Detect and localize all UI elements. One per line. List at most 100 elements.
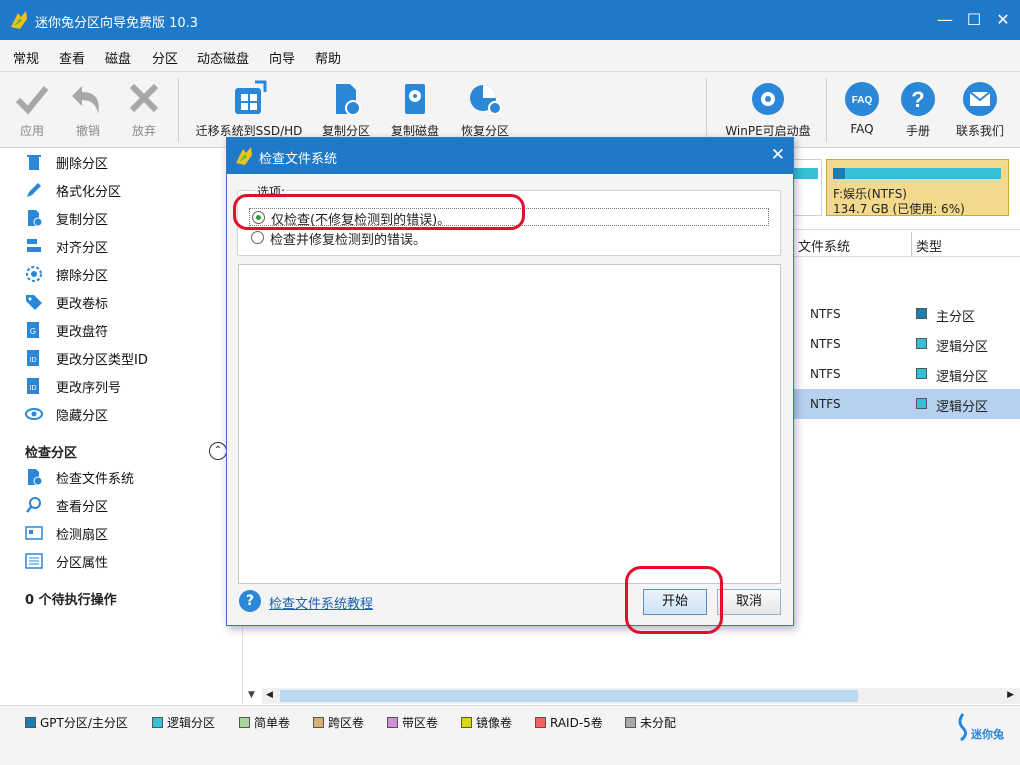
legend-label: RAID-5卷 [550, 716, 603, 730]
cell-filesystem: NTFS [810, 397, 841, 411]
svg-text:FAQ: FAQ [852, 95, 873, 106]
discard-x-icon [129, 83, 159, 113]
svg-text:ID: ID [30, 357, 37, 364]
scrollbar-thumb[interactable] [280, 690, 858, 702]
winpe-label: WinPE可启动盘 [725, 124, 811, 138]
copy-disk-button[interactable]: 复制磁盘 [385, 80, 445, 139]
legend-label: 简单卷 [254, 716, 291, 730]
brand-name: 迷你兔 [971, 728, 1004, 741]
undo-button[interactable]: 撤销 [66, 80, 110, 139]
sidebar-item-label: 检测扇区 [56, 528, 109, 543]
toolbar-separator [178, 78, 179, 142]
close-button[interactable]: ✕ [992, 10, 1014, 30]
copy-partition-button[interactable]: 复制分区 [316, 80, 376, 139]
maximize-button[interactable]: ☐ [963, 10, 985, 30]
sidebar-item-label: 更改序列号 [56, 381, 122, 396]
menu-general[interactable]: 常规 [13, 48, 39, 67]
type-id-icon: ID [27, 350, 39, 366]
contact-button[interactable]: 联系我们 [952, 80, 1008, 139]
legend-item: 镜像卷 [461, 714, 512, 731]
table-row[interactable]: NTFS 逻辑分区 [790, 329, 1020, 359]
legend-swatch [239, 717, 250, 728]
menu-help[interactable]: 帮助 [315, 48, 341, 67]
cell-type: 逻辑分区 [936, 400, 989, 415]
tag-icon [26, 295, 42, 310]
column-divider[interactable] [911, 232, 912, 256]
legend-item: 简单卷 [239, 714, 290, 731]
legend-swatch [25, 717, 36, 728]
legend-swatch [387, 717, 398, 728]
scroll-right-arrow-icon[interactable]: ▶ [1007, 690, 1014, 700]
copy-partition-label: 复制分区 [321, 124, 370, 138]
undo-label: 撤销 [75, 124, 100, 138]
sidebar-item-label: 分区属性 [56, 556, 109, 571]
menu-view[interactable]: 查看 [59, 48, 85, 67]
faq-icon: FAQ [845, 82, 879, 116]
checkmark-icon [15, 86, 49, 115]
partition-usage-bar [833, 168, 1001, 179]
properties-list-icon [25, 553, 43, 569]
undo-icon [72, 86, 99, 114]
dialog-title: 检查文件系统 [259, 152, 338, 167]
highlight-annotation [233, 194, 525, 230]
title-bar: 迷你兔分区向导免费版 10.3 — ☐ ✕ [0, 0, 1020, 40]
menu-disk[interactable]: 磁盘 [105, 48, 131, 67]
column-header-type[interactable]: 类型 [916, 236, 942, 255]
align-icon [27, 239, 41, 252]
recover-partition-button[interactable]: 恢复分区 [455, 80, 515, 139]
legend-swatch [152, 717, 163, 728]
radio-check-and-fix-label: 检查并修复检测到的错误。 [270, 233, 427, 248]
menu-wizard[interactable]: 向导 [269, 48, 295, 67]
partition-size-info: 134.7 GB (已使用: 6%) [833, 202, 965, 216]
manual-label: 手册 [905, 124, 930, 138]
partition-legend: GPT分区/主分区 逻辑分区 简单卷 跨区卷 带区卷 镜像卷 RAID-5卷 未… [0, 705, 1020, 765]
legend-item: 跨区卷 [313, 714, 364, 731]
brand-logo: 迷你兔 [953, 712, 1013, 748]
help-question-icon[interactable]: ? [239, 590, 261, 612]
radio-check-and-fix[interactable]: 检查并修复检测到的错误。 [249, 229, 769, 248]
table-row-selected[interactable]: NTFS 逻辑分区 [790, 389, 1020, 419]
cell-filesystem: NTFS [810, 307, 841, 321]
help-question-icon: ? [901, 82, 935, 116]
faq-label: FAQ [850, 122, 874, 136]
legend-swatch [625, 717, 636, 728]
legend-item: 逻辑分区 [152, 714, 215, 731]
legend-item: RAID-5卷 [535, 714, 603, 731]
dialog-title-bar: 检查文件系统 ✕ [227, 138, 793, 174]
migrate-os-icon [235, 80, 267, 114]
sidebar-item-label: 对齐分区 [56, 241, 109, 256]
pencil-icon [27, 183, 41, 197]
winpe-button[interactable]: WinPE可启动盘 [720, 80, 816, 139]
menu-partition[interactable]: 分区 [152, 48, 178, 67]
faq-button[interactable]: FAQ FAQ [840, 80, 884, 136]
help-tutorial-link[interactable]: 检查文件系统教程 [269, 593, 373, 612]
collapse-section-button[interactable]: ⌃ [209, 442, 227, 460]
scroll-down-arrow-icon[interactable]: ▼ [248, 690, 255, 700]
scroll-left-arrow-icon[interactable]: ◀ [266, 690, 273, 700]
sidebar-item-label: 复制分区 [56, 213, 109, 228]
table-row[interactable]: NTFS 逻辑分区 [790, 359, 1020, 389]
migrate-os-button[interactable]: 迁移系统到SSD/HD [194, 80, 304, 139]
minimize-button[interactable]: — [934, 10, 956, 30]
table-row[interactable]: NTFS 主分区 [790, 299, 1020, 329]
legend-swatch [313, 717, 324, 728]
sidebar-item-label: 格式化分区 [56, 185, 122, 200]
cell-type: 逻辑分区 [936, 370, 989, 385]
svg-text:ID: ID [30, 385, 37, 392]
dialog-close-button[interactable]: ✕ [771, 145, 785, 165]
menu-dynamic-disk[interactable]: 动态磁盘 [197, 48, 249, 67]
discard-button[interactable]: 放弃 [122, 80, 166, 139]
cancel-button[interactable]: 取消 [717, 589, 781, 615]
manual-button[interactable]: ? 手册 [896, 80, 940, 139]
copy-partition-icon [28, 210, 43, 227]
horizontal-scrollbar[interactable]: ◀ ▶ [262, 688, 1020, 704]
column-header-filesystem[interactable]: 文件系统 [798, 236, 850, 255]
partition-block[interactable] [790, 159, 822, 216]
sidebar-item-label: 隐藏分区 [56, 409, 109, 424]
legend-label: 带区卷 [402, 716, 439, 730]
partition-block-selected[interactable]: F:娱乐(NTFS) 134.7 GB (已使用: 6%) [826, 159, 1009, 216]
sidebar-item-label: 更改卷标 [56, 297, 109, 312]
radio-unselected-icon [251, 231, 264, 244]
apply-button[interactable]: 应用 [10, 80, 54, 139]
check-result-output [238, 264, 781, 584]
